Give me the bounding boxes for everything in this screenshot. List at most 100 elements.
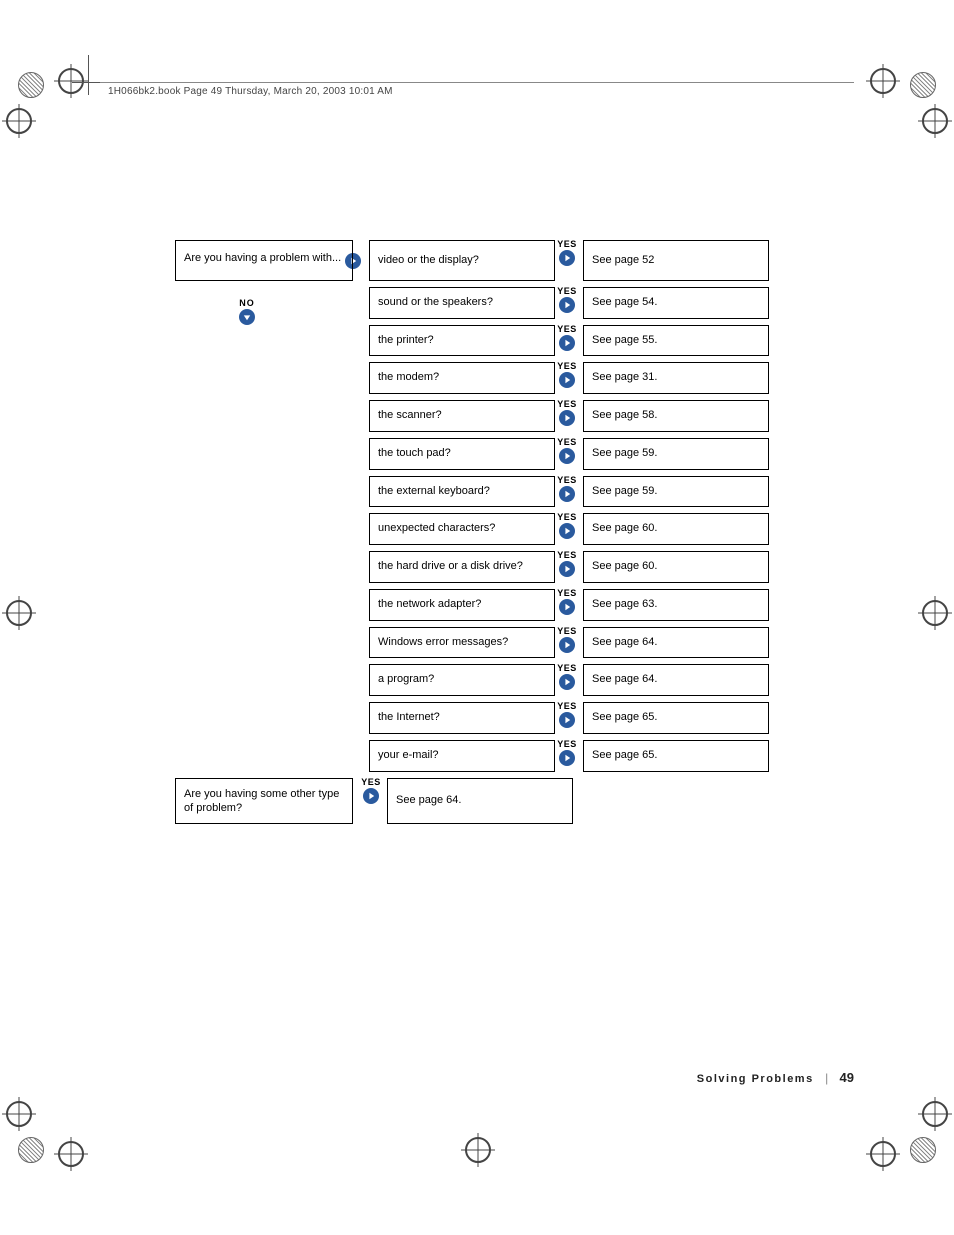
section-title: Solving Problems — [697, 1073, 814, 1085]
question-cell: video or the display? — [369, 240, 555, 281]
yes-label: YES — [557, 325, 577, 334]
crop-ring-icon — [870, 68, 896, 94]
crop-hatch-icon — [18, 1137, 44, 1163]
answer-cell: See page 60. — [583, 551, 769, 583]
yes-branch: YES — [555, 287, 579, 319]
crop-ring-icon — [58, 1141, 84, 1167]
question-cell: a program? — [369, 664, 555, 696]
crop-tee-icon — [72, 82, 102, 83]
question-cell: unexpected characters? — [369, 513, 555, 545]
crop-ring-icon — [465, 1137, 491, 1163]
question-cell: the modem? — [369, 362, 555, 394]
answer-cell: See page 31. — [583, 362, 769, 394]
header-rule — [100, 82, 854, 83]
yes-label: YES — [557, 702, 577, 711]
troubleshoot-row: the scanner? YES See page 58. — [175, 400, 755, 432]
troubleshoot-row: the printer? YES See page 55. — [175, 325, 755, 357]
no-branch: NO — [239, 298, 255, 325]
crop-hatch-icon — [910, 72, 936, 98]
troubleshoot-row: Are you having a problem with... NO vide… — [175, 240, 755, 281]
question-cell: the network adapter? — [369, 589, 555, 621]
troubleshoot-row: Windows error messages? YES See page 64. — [175, 627, 755, 659]
arrow-right-icon — [559, 250, 575, 266]
yes-label: YES — [557, 589, 577, 598]
crop-ring-icon — [6, 600, 32, 626]
yes-branch: YES — [555, 740, 579, 772]
yes-branch: YES — [555, 362, 579, 394]
crop-ring-icon — [922, 600, 948, 626]
yes-label: YES — [557, 551, 577, 560]
question-cell: your e-mail? — [369, 740, 555, 772]
crop-hatch-icon — [910, 1137, 936, 1163]
yes-label: YES — [557, 664, 577, 673]
answer-cell: See page 54. — [583, 287, 769, 319]
question-cell: Windows error messages? — [369, 627, 555, 659]
troubleshoot-row: unexpected characters? YES See page 60. — [175, 513, 755, 545]
arrow-right-icon — [559, 335, 575, 351]
answer-cell: See page 59. — [583, 438, 769, 470]
crop-ring-icon — [922, 108, 948, 134]
answer-cell: See page 65. — [583, 702, 769, 734]
yes-label: YES — [557, 476, 577, 485]
arrow-right-icon — [363, 788, 379, 804]
question-cell: the scanner? — [369, 400, 555, 432]
question-cell: sound or the speakers? — [369, 287, 555, 319]
answer-cell: See page 64. — [387, 778, 573, 825]
yes-label: YES — [557, 513, 577, 522]
crop-tee-icon — [88, 55, 89, 95]
other-problem-row: Are you having some other type of proble… — [175, 778, 755, 825]
yes-branch: YES — [555, 551, 579, 583]
arrow-right-icon — [559, 561, 575, 577]
crop-ring-icon — [922, 1101, 948, 1127]
yes-label: YES — [557, 287, 577, 296]
question-cell: the Internet? — [369, 702, 555, 734]
yes-branch: YES — [555, 589, 579, 621]
answer-cell: See page 65. — [583, 740, 769, 772]
page-number: 49 — [840, 1070, 854, 1085]
crop-ring-icon — [6, 1101, 32, 1127]
arrow-right-icon — [559, 750, 575, 766]
troubleshoot-row: the hard drive or a disk drive? YES See … — [175, 551, 755, 583]
crop-ring-icon — [58, 68, 84, 94]
crop-ring-icon — [870, 1141, 896, 1167]
crop-ring-icon — [6, 108, 32, 134]
yes-branch: YES — [555, 627, 579, 659]
yes-label: YES — [557, 627, 577, 636]
answer-cell: See page 55. — [583, 325, 769, 357]
header-metadata: 1H066bk2.book Page 49 Thursday, March 20… — [108, 86, 393, 97]
arrow-right-icon — [559, 674, 575, 690]
other-question: Are you having some other type of proble… — [175, 778, 353, 825]
yes-branch: YES — [555, 240, 579, 281]
answer-cell: See page 58. — [583, 400, 769, 432]
crop-hatch-icon — [18, 72, 44, 98]
yes-branch: YES — [555, 664, 579, 696]
troubleshoot-row: the network adapter? YES See page 63. — [175, 589, 755, 621]
yes-branch: YES — [555, 400, 579, 432]
troubleshoot-row: the modem? YES See page 31. — [175, 362, 755, 394]
yes-label: YES — [557, 740, 577, 749]
arrow-right-icon — [559, 448, 575, 464]
troubleshoot-row: the external keyboard? YES See page 59. — [175, 476, 755, 508]
answer-cell: See page 64. — [583, 664, 769, 696]
yes-label: YES — [557, 438, 577, 447]
question-cell: the hard drive or a disk drive? — [369, 551, 555, 583]
troubleshoot-row: the touch pad? YES See page 59. — [175, 438, 755, 470]
yes-label: YES — [557, 240, 577, 249]
answer-cell: See page 52 — [583, 240, 769, 281]
arrow-down-icon — [239, 309, 255, 325]
arrow-right-icon — [559, 486, 575, 502]
yes-branch: YES — [359, 778, 383, 825]
arrow-right-icon — [559, 372, 575, 388]
question-cell: the external keyboard? — [369, 476, 555, 508]
arrow-right-icon — [559, 599, 575, 615]
yes-label: YES — [557, 400, 577, 409]
arrow-right-icon — [559, 712, 575, 728]
footer-divider: | — [825, 1071, 828, 1085]
yes-label: YES — [361, 778, 381, 787]
page-footer: Solving Problems | 49 — [697, 1070, 854, 1085]
intro-question: Are you having a problem with... — [175, 240, 353, 281]
answer-cell: See page 60. — [583, 513, 769, 545]
answer-cell: See page 64. — [583, 627, 769, 659]
yes-branch: YES — [555, 438, 579, 470]
question-cell: the printer? — [369, 325, 555, 357]
